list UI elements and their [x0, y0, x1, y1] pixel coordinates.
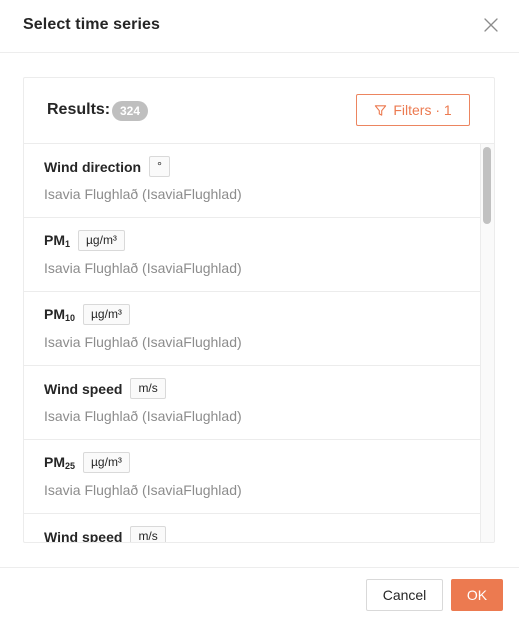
ok-button[interactable]: OK: [451, 579, 503, 611]
unit-tag: µg/m³: [78, 230, 125, 251]
series-name-text: PM: [44, 306, 65, 322]
list-item[interactable]: Wind speed m/s Isavia Flughlað (IsaviaFlug…: [24, 366, 480, 440]
series-name-subscript: 1: [65, 239, 71, 249]
time-series-list: Wind direction ° Isavia Flughlað (IsaviaFl…: [24, 144, 480, 543]
series-name: PM1: [44, 232, 70, 249]
series-source: Isavia Flughlað (IsaviaFlughlad): [44, 334, 242, 350]
list-item[interactable]: PM25 µg/m³ Isavia Flughlað (IsaviaFlughlad…: [24, 440, 480, 514]
unit-tag: µg/m³: [83, 304, 130, 325]
filter-icon: [375, 104, 387, 116]
series-name-text: Wind speed: [44, 528, 123, 543]
dialog-footer: Cancel OK: [0, 567, 519, 618]
series-source: Isavia Flughlað (IsaviaFlughlad): [44, 408, 242, 424]
filters-button[interactable]: Filters · 1: [356, 94, 470, 126]
item-header: Wind direction °: [44, 156, 170, 177]
close-icon: [484, 18, 498, 32]
series-name: PM10: [44, 306, 75, 323]
list-item[interactable]: PM1 µg/m³ Isavia Flughlað (IsaviaFlughlad): [24, 218, 480, 292]
series-name-text: PM: [44, 232, 65, 248]
list-item[interactable]: Wind direction ° Isavia Flughlað (IsaviaFl…: [24, 144, 480, 218]
item-header: PM1 µg/m³: [44, 230, 125, 251]
series-name-subscript: 10: [65, 313, 76, 323]
series-name-text: Wind direction: [44, 158, 142, 175]
unit-tag: µg/m³: [83, 452, 130, 473]
results-panel: Results: 324 Filters · 1 Wind direction °…: [23, 77, 495, 543]
series-name-text: Wind speed: [44, 380, 123, 397]
dialog-header: Select time series: [0, 0, 519, 53]
item-header: PM10 µg/m³: [44, 304, 130, 325]
list-item[interactable]: PM10 µg/m³ Isavia Flughlað (IsaviaFlughlad…: [24, 292, 480, 366]
close-button[interactable]: [483, 17, 499, 33]
list-item[interactable]: Wind speedm/sIsavia Flughlað (IsaviaFlug…: [24, 514, 480, 543]
filters-label: Filters · 1: [393, 102, 452, 118]
dialog-title: Select time series: [23, 16, 160, 33]
item-header: Wind speed m/s: [44, 526, 166, 543]
unit-tag: °: [149, 156, 170, 177]
results-label: Results:: [47, 101, 111, 118]
select-time-series-dialog: Select time series Results: 324 Filters …: [0, 0, 519, 618]
item-header: PM25 µg/m³: [44, 452, 130, 473]
cancel-button[interactable]: Cancel: [366, 579, 443, 611]
series-name: Wind speed: [44, 381, 122, 397]
item-header: Wind speed m/s: [44, 378, 166, 399]
series-name: Wind direction: [44, 159, 141, 175]
list-scrollbar[interactable]: [480, 144, 494, 542]
unit-tag: m/s: [130, 526, 166, 542]
series-name: PM25: [44, 454, 75, 471]
results-header: Results: 324 Filters · 1: [24, 78, 494, 144]
series-source: Isavia Flughlað (IsaviaFlughlad): [44, 186, 242, 202]
unit-tag: m/s: [130, 378, 166, 399]
results-count-badge: 324: [112, 101, 149, 121]
series-name: Wind speed: [44, 528, 123, 543]
series-source: Isavia Flughlað (IsaviaFlughlad): [44, 260, 242, 276]
scrollbar-thumb[interactable]: [483, 147, 491, 224]
series-name-text: PM: [44, 454, 65, 470]
series-name-subscript: 25: [65, 461, 76, 471]
series-source: Isavia Flughlað (IsaviaFlughlad): [44, 482, 242, 498]
